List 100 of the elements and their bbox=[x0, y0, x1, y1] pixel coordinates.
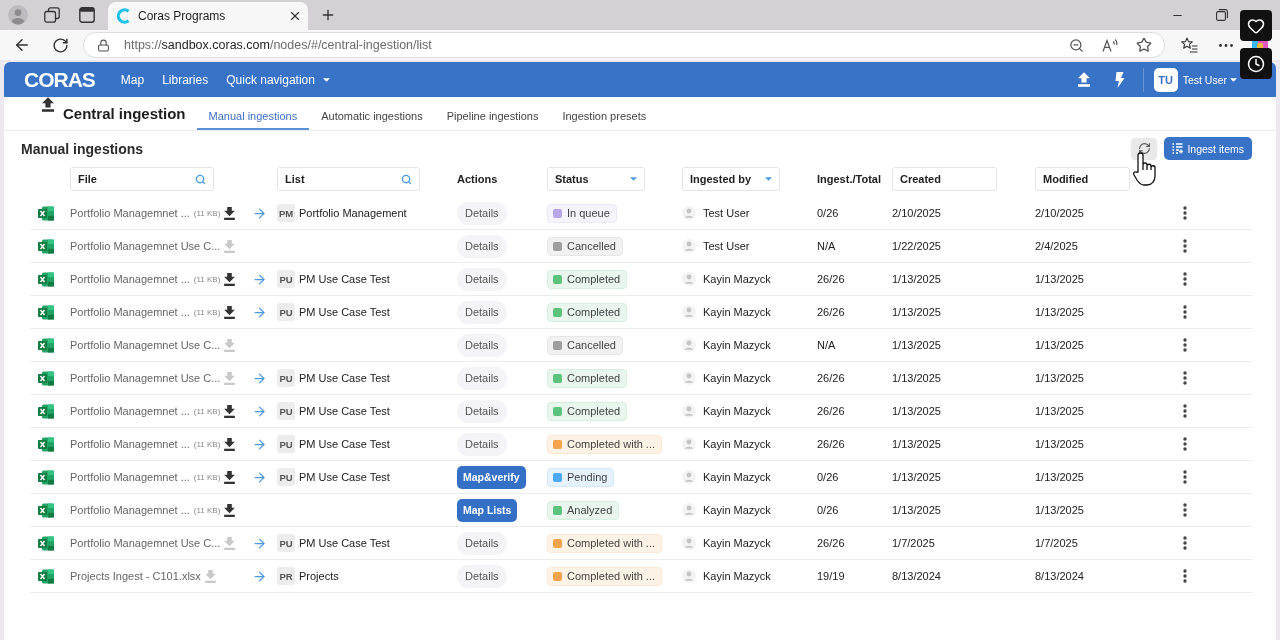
read-aloud-icon[interactable] bbox=[1102, 38, 1118, 52]
details-button[interactable]: Details bbox=[457, 366, 507, 390]
more-options-icon[interactable] bbox=[1183, 338, 1187, 352]
more-options-icon[interactable] bbox=[1183, 272, 1187, 286]
person-icon bbox=[682, 503, 696, 517]
details-button[interactable]: Details bbox=[457, 300, 507, 324]
list-name[interactable]: PM Use Case Test bbox=[299, 471, 390, 483]
column-search-field[interactable]: List bbox=[277, 167, 420, 191]
workspaces-icon[interactable] bbox=[44, 7, 60, 23]
page-title: Central ingestion bbox=[63, 105, 186, 122]
lightning-icon[interactable] bbox=[1113, 71, 1125, 88]
details-button[interactable]: Details bbox=[457, 432, 507, 456]
more-options-icon[interactable] bbox=[1183, 569, 1187, 583]
new-tab-icon[interactable] bbox=[320, 7, 336, 23]
file-size: (11 KB) bbox=[193, 208, 221, 218]
page-tab[interactable]: Automatic ingestions bbox=[309, 97, 435, 130]
user-avatar[interactable]: TU bbox=[1153, 67, 1178, 92]
more-options-icon[interactable] bbox=[1183, 305, 1187, 319]
ingested-count: 19/19 bbox=[817, 570, 845, 582]
ingest-items-button[interactable]: Ingest items bbox=[1164, 137, 1252, 160]
details-button[interactable]: Details bbox=[457, 564, 507, 588]
refresh-icon[interactable] bbox=[52, 36, 69, 54]
favorite-star-icon[interactable] bbox=[1136, 37, 1152, 53]
more-options-icon[interactable] bbox=[1183, 404, 1187, 418]
column-header-field[interactable]: Modified bbox=[1035, 167, 1130, 191]
download-icon[interactable] bbox=[224, 470, 236, 484]
modified-date: 1/13/2025 bbox=[1035, 405, 1084, 417]
details-button[interactable]: Details bbox=[457, 531, 507, 555]
nav-link[interactable]: Map bbox=[120, 72, 145, 87]
more-options-icon[interactable] bbox=[1183, 536, 1187, 550]
history-button[interactable] bbox=[1240, 48, 1272, 79]
zoom-out-icon[interactable] bbox=[1069, 37, 1084, 53]
user-name: Kayin Mazyck bbox=[703, 273, 771, 285]
details-button[interactable]: Details bbox=[457, 267, 507, 291]
download-icon[interactable] bbox=[224, 503, 236, 517]
more-options-icon[interactable] bbox=[1183, 371, 1187, 385]
column-filter-dropdown[interactable]: Status bbox=[547, 167, 645, 191]
user-name[interactable]: Test User bbox=[1182, 73, 1227, 86]
tab-actions-icon[interactable] bbox=[79, 7, 95, 23]
spreadsheet-file-icon bbox=[38, 535, 54, 551]
download-icon[interactable] bbox=[224, 404, 236, 418]
more-options-icon[interactable] bbox=[1183, 437, 1187, 451]
back-icon[interactable] bbox=[13, 36, 31, 54]
person-icon bbox=[682, 569, 696, 583]
details-button[interactable]: Details bbox=[457, 234, 507, 258]
download-icon[interactable] bbox=[224, 437, 236, 451]
person-icon bbox=[682, 305, 696, 319]
address-field[interactable]: https://sandbox.coras.com/nodes/#/central-ingestion/list bbox=[83, 32, 1165, 58]
modified-date: 1/13/2025 bbox=[1035, 438, 1084, 450]
list-name[interactable]: PM Use Case Test bbox=[299, 273, 390, 285]
more-options-icon[interactable] bbox=[1183, 470, 1187, 484]
column-search-field[interactable]: File bbox=[70, 167, 214, 191]
list-name[interactable]: PM Use Case Test bbox=[299, 372, 390, 384]
file-name: Portfolio Managemnet ... bbox=[70, 273, 190, 285]
more-options-icon[interactable] bbox=[1183, 503, 1187, 517]
details-button[interactable]: Details bbox=[457, 201, 507, 225]
page-tab[interactable]: Pipeline ingestions bbox=[434, 97, 551, 130]
created-date: 8/13/2024 bbox=[892, 570, 941, 582]
logo[interactable]: CORAS bbox=[24, 67, 95, 92]
modified-date: 2/4/2025 bbox=[1035, 240, 1078, 252]
restore-icon[interactable] bbox=[1216, 9, 1228, 21]
person-icon bbox=[682, 437, 696, 451]
browser-tab[interactable]: Coras Programs bbox=[108, 2, 308, 30]
column-header-field[interactable]: Created bbox=[892, 167, 997, 191]
action-button[interactable]: Map&verify bbox=[457, 465, 526, 489]
ingested-count: N/A bbox=[817, 339, 836, 351]
user-name: Kayin Mazyck bbox=[703, 339, 771, 351]
heart-icon bbox=[1247, 16, 1265, 35]
column-filter-dropdown[interactable]: Ingested by bbox=[682, 167, 780, 191]
download-icon[interactable] bbox=[224, 305, 236, 319]
list-name[interactable]: PM Use Case Test bbox=[299, 405, 390, 417]
page-tab[interactable]: Ingestion presets bbox=[550, 97, 659, 130]
refresh-button[interactable] bbox=[1131, 137, 1158, 160]
list-name[interactable]: PM Use Case Test bbox=[299, 537, 390, 549]
list-name[interactable]: PM Use Case Test bbox=[299, 438, 390, 450]
favorites-icon[interactable] bbox=[1181, 37, 1198, 53]
list-name[interactable]: PM Use Case Test bbox=[299, 306, 390, 318]
nav-link[interactable]: Quick navigation bbox=[226, 72, 330, 87]
spreadsheet-file-icon bbox=[38, 205, 54, 221]
file-name: Portfolio Managemnet Use C... bbox=[70, 240, 221, 252]
list-name[interactable]: Portfolio Management bbox=[299, 207, 407, 219]
details-button[interactable]: Details bbox=[457, 333, 507, 357]
close-tab-icon[interactable] bbox=[288, 9, 302, 23]
more-options-icon[interactable] bbox=[1219, 43, 1233, 47]
action-button[interactable]: Map Lists bbox=[457, 498, 518, 522]
page-tab[interactable]: Manual ingestions bbox=[196, 97, 310, 130]
lock-icon[interactable] bbox=[97, 38, 110, 52]
more-options-icon[interactable] bbox=[1183, 206, 1187, 220]
download-icon[interactable] bbox=[224, 206, 236, 220]
download-icon[interactable] bbox=[224, 272, 236, 286]
upload-icon[interactable] bbox=[1077, 72, 1090, 87]
hand-cursor-icon bbox=[1132, 152, 1157, 187]
more-options-icon[interactable] bbox=[1183, 239, 1187, 253]
modified-date: 2/10/2025 bbox=[1035, 207, 1084, 219]
modified-date: 1/13/2025 bbox=[1035, 504, 1084, 516]
favorite-button[interactable] bbox=[1240, 10, 1272, 41]
list-name[interactable]: Projects bbox=[299, 570, 339, 582]
nav-link[interactable]: Libraries bbox=[162, 72, 209, 87]
ingested-count: N/A bbox=[817, 240, 836, 252]
details-button[interactable]: Details bbox=[457, 399, 507, 423]
